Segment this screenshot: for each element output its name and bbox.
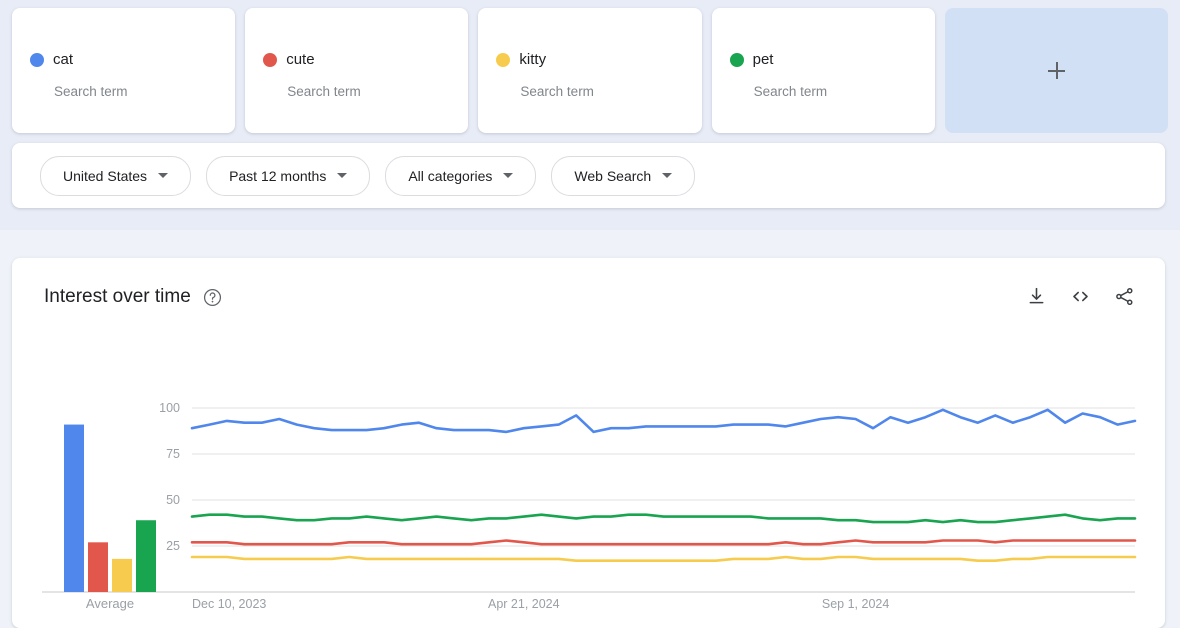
filter-bar: United States Past 12 months All categor… bbox=[12, 143, 1165, 208]
svg-text:Apr 21, 2024: Apr 21, 2024 bbox=[488, 597, 560, 611]
category-filter-label: All categories bbox=[408, 167, 493, 184]
series-line-kitty bbox=[190, 555, 1137, 563]
search-term-card-4[interactable]: pet Search term bbox=[711, 8, 935, 133]
search-term-card-3[interactable]: kitty Search term bbox=[478, 8, 702, 133]
search-type-filter[interactable]: Web Search bbox=[551, 155, 696, 196]
trends-line-chart[interactable]: 25 50 75 100 Average Dec 10, 2023 Apr 21, 2024… bbox=[12, 258, 1165, 628]
search-term-type-3: Search term bbox=[520, 84, 594, 99]
average-bar-cute bbox=[88, 542, 108, 592]
chevron-down-icon bbox=[662, 173, 673, 178]
series-line-cute bbox=[190, 539, 1137, 546]
series-color-dot-4 bbox=[729, 53, 744, 67]
series-color-dot-3 bbox=[496, 53, 511, 67]
series-line-pet bbox=[190, 513, 1137, 524]
search-term-type-4: Search term bbox=[753, 84, 828, 99]
average-bar-cat bbox=[64, 424, 84, 592]
google-trends-page: cat Search term cute Search term kitty S… bbox=[0, 0, 1180, 628]
time-range-filter-label: Past 12 months bbox=[229, 167, 327, 184]
interest-over-time-card: Interest over time 25 50 75 100 Average … bbox=[12, 258, 1165, 628]
time-range-filter[interactable]: Past 12 months bbox=[206, 155, 371, 196]
chart-plot-area[interactable]: 25 50 75 100 Average Dec 10, 2023 Apr 21, 2024… bbox=[12, 258, 1165, 628]
average-bar-pet bbox=[136, 520, 156, 592]
plus-icon bbox=[1047, 62, 1065, 79]
svg-text:Sep 1, 2024: Sep 1, 2024 bbox=[822, 597, 889, 611]
search-term-header-2: cute bbox=[263, 51, 315, 68]
svg-text:100: 100 bbox=[159, 401, 180, 415]
search-term-header-4: pet bbox=[729, 51, 774, 68]
search-type-filter-label: Web Search bbox=[574, 167, 652, 184]
search-term-header-3: kitty bbox=[496, 52, 546, 68]
search-term-card-1[interactable]: cat Search term bbox=[12, 8, 236, 133]
search-term-name-4: pet bbox=[752, 51, 774, 68]
search-term-name-1: cat bbox=[53, 51, 74, 68]
series-color-dot-1 bbox=[30, 53, 44, 67]
search-term-header-1: cat bbox=[30, 52, 73, 68]
svg-text:Average: Average bbox=[86, 596, 134, 611]
average-bar-kitty bbox=[112, 558, 132, 592]
chevron-down-icon bbox=[337, 173, 348, 178]
add-comparison-button[interactable] bbox=[944, 8, 1169, 133]
location-filter-label: United States bbox=[63, 167, 148, 184]
search-term-type-1: Search term bbox=[54, 84, 128, 99]
svg-text:75: 75 bbox=[166, 447, 180, 461]
series-line-cat bbox=[190, 408, 1137, 434]
search-term-card-2[interactable]: cute Search term bbox=[245, 8, 469, 133]
chevron-down-icon bbox=[158, 173, 169, 178]
chevron-down-icon bbox=[503, 173, 514, 178]
search-term-name-2: cute bbox=[286, 51, 315, 68]
category-filter[interactable]: All categories bbox=[385, 155, 537, 196]
search-term-name-3: kitty bbox=[519, 51, 547, 68]
search-terms-row: cat Search term cute Search term kitty S… bbox=[12, 8, 1169, 133]
svg-text:25: 25 bbox=[166, 539, 180, 553]
search-term-type-2: Search term bbox=[287, 84, 361, 99]
svg-text:50: 50 bbox=[166, 493, 180, 507]
series-color-dot-2 bbox=[263, 53, 278, 67]
location-filter[interactable]: United States bbox=[40, 155, 192, 196]
svg-text:Dec 10, 2023: Dec 10, 2023 bbox=[192, 597, 266, 611]
